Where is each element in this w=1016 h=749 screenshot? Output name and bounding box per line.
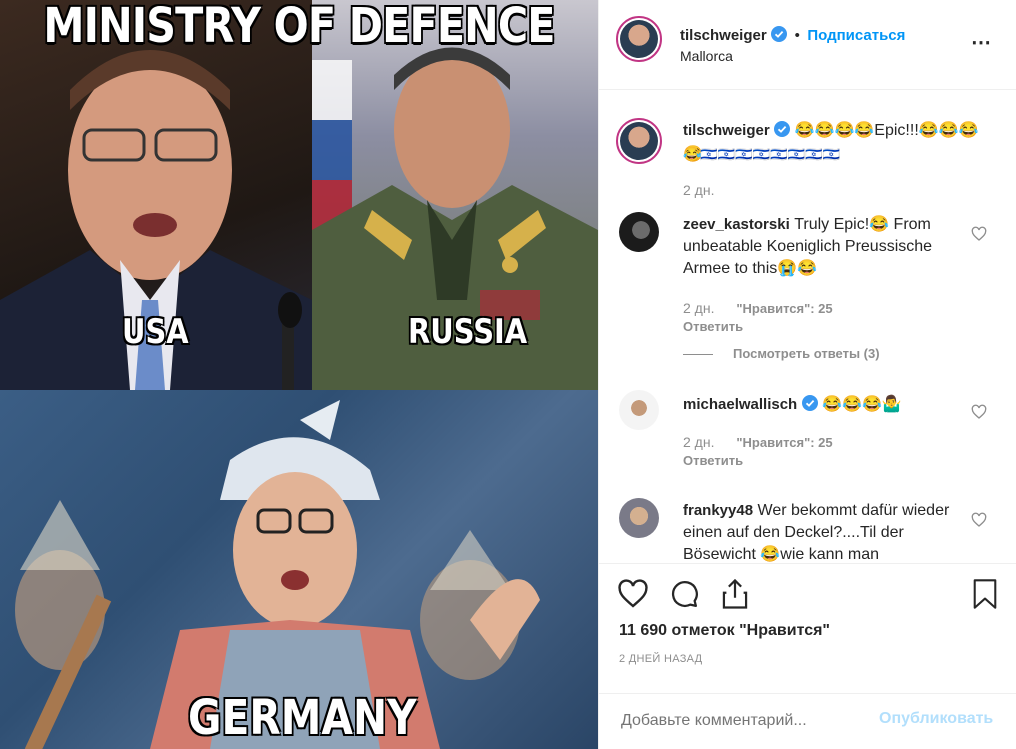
meme-title: MINISTRY OF DEFENCE xyxy=(43,0,555,54)
caption-username[interactable]: tilschweiger xyxy=(683,122,770,139)
post-image[interactable]: MINISTRY OF DEFENCE USA RUSSIA GERMANY xyxy=(0,0,598,749)
comment-likes[interactable]: "Нравится": 25 xyxy=(736,301,832,316)
comment-time[interactable]: 2 дн. xyxy=(683,434,714,450)
view-replies-button[interactable]: Посмотреть ответы (3) xyxy=(733,346,880,361)
replies-divider xyxy=(683,354,713,355)
commenter-avatar[interactable] xyxy=(619,390,659,430)
comment-like-icon[interactable] xyxy=(971,404,987,420)
comment-like-icon[interactable] xyxy=(971,512,987,528)
commenter-avatar[interactable] xyxy=(619,498,659,538)
meme-label-russia: RUSSIA xyxy=(408,312,528,352)
post-location[interactable]: Mallorca xyxy=(680,48,733,64)
commenter-username[interactable]: michaelwallisch xyxy=(683,396,797,413)
more-options-icon[interactable]: ⋯ xyxy=(971,30,991,55)
reply-button[interactable]: Ответить xyxy=(683,319,743,334)
post-sidebar: tilschweiger • Подписаться Mallorca ⋯ ti… xyxy=(598,0,1016,749)
author-username[interactable]: tilschweiger xyxy=(680,27,767,44)
commenter-username[interactable]: zeev_kastorski xyxy=(683,216,790,233)
caption-time[interactable]: 2 дн. xyxy=(683,182,714,198)
like-icon[interactable] xyxy=(617,578,649,615)
comment-text: 😂😂😂🤷‍♂️ xyxy=(822,396,902,413)
verified-icon xyxy=(774,121,791,144)
likes-count[interactable]: 11 690 отметок "Нравится" xyxy=(619,622,830,640)
author-avatar[interactable] xyxy=(616,16,662,62)
comments-list[interactable]: tilschweiger 😂😂😂😂Epic!!!😂😂😂😂 😂🇮🇱🇮🇱🇮🇱🇮🇱🇮🇱… xyxy=(599,90,1016,563)
meme-label-usa: USA xyxy=(122,312,189,352)
share-icon[interactable] xyxy=(720,578,750,615)
meme-label-germany: GERMANY xyxy=(188,690,417,746)
commenter-avatar[interactable] xyxy=(619,212,659,252)
verified-icon xyxy=(801,395,818,418)
comment-input[interactable] xyxy=(619,707,863,735)
follow-button[interactable]: Подписаться xyxy=(807,27,905,44)
comment-likes[interactable]: "Нравится": 25 xyxy=(736,435,832,450)
caption-avatar[interactable] xyxy=(616,118,662,164)
comment-like-icon[interactable] xyxy=(971,226,987,242)
comment-time[interactable]: 2 дн. xyxy=(683,300,714,316)
post-date[interactable]: 2 ДНЕЙ НАЗАД xyxy=(619,653,702,665)
reply-button[interactable]: Ответить xyxy=(683,453,743,468)
save-icon[interactable] xyxy=(971,578,999,615)
add-comment-bar: Опубликовать xyxy=(599,693,1016,749)
header-separator: • xyxy=(794,27,800,44)
comment-icon[interactable] xyxy=(669,579,699,614)
caption-text-line2: 😂🇮🇱🇮🇱🇮🇱🇮🇱🇮🇱🇮🇱🇮🇱🇮🇱 xyxy=(683,146,840,162)
publish-button[interactable]: Опубликовать xyxy=(879,710,993,728)
verified-icon xyxy=(771,26,788,47)
post-header: tilschweiger • Подписаться Mallorca ⋯ xyxy=(599,0,1016,90)
commenter-username[interactable]: frankyy48 xyxy=(683,502,753,519)
